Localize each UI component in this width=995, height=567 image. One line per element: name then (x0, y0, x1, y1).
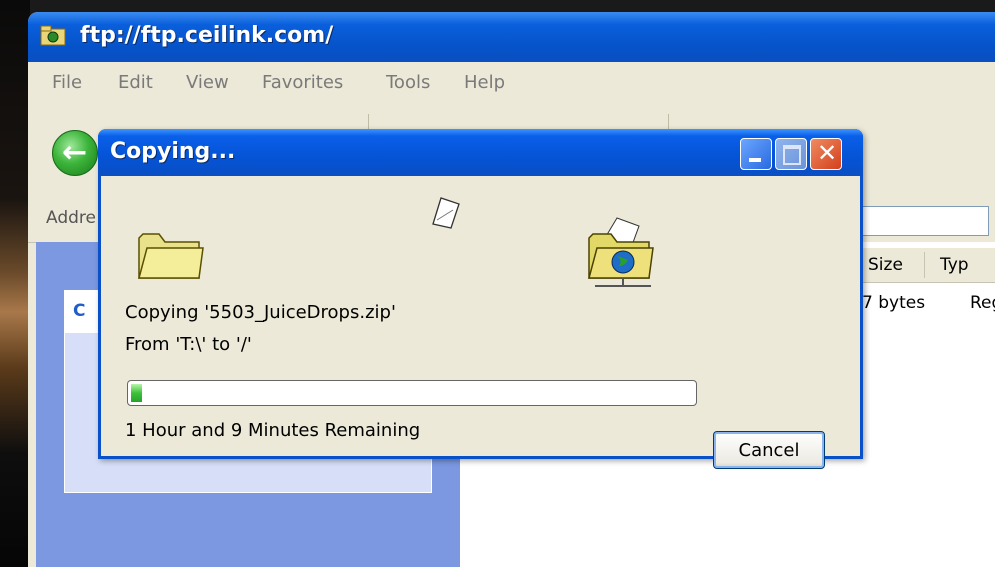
copying-from-text: From 'T:\' to '/' (125, 334, 252, 355)
menu-file[interactable]: File (52, 72, 82, 93)
menu-tools[interactable]: Tools (386, 72, 430, 93)
dialog-body: Copying '5503_JuiceDrops.zip' From 'T:\'… (101, 176, 860, 469)
menu-help[interactable]: Help (464, 72, 505, 93)
address-label: Addre (46, 208, 96, 228)
maximize-icon[interactable] (775, 138, 807, 170)
progress-bar (127, 380, 697, 406)
folder-icon (138, 233, 204, 279)
menu-bar: File Edit View Favorites Tools Help (28, 62, 995, 105)
copying-filename-text: Copying '5503_JuiceDrops.zip' (125, 302, 396, 323)
background-edge (0, 0, 30, 567)
time-remaining-text: 1 Hour and 9 Minutes Remaining (125, 420, 421, 441)
menu-view[interactable]: View (186, 72, 229, 93)
explorer-title: ftp://ftp.ceilink.com/ (80, 23, 334, 48)
menu-edit[interactable]: Edit (118, 72, 153, 93)
close-icon[interactable]: ✕ (810, 138, 842, 170)
back-arrow-icon: ← (62, 135, 88, 170)
copying-dialog: Copying... ✕ Copying '5503_JuiceDrops.zi… (98, 129, 863, 469)
file-size[interactable]: 7 bytes (862, 293, 925, 313)
column-type[interactable]: Typ (940, 255, 969, 275)
explorer-titlebar[interactable]: ftp://ftp.ceilink.com/ (28, 12, 995, 62)
minimize-icon[interactable] (740, 138, 772, 170)
column-size[interactable]: Size (868, 255, 903, 275)
ftp-folder-icon (40, 25, 66, 46)
back-button[interactable]: ← (52, 130, 98, 176)
menu-favorites[interactable]: Favorites (262, 72, 343, 93)
dialog-title: Copying... (110, 139, 236, 164)
flying-document-icon (432, 197, 460, 229)
cancel-button[interactable]: Cancel (713, 431, 825, 469)
file-type[interactable]: Regi (970, 293, 995, 313)
progress-fill (131, 384, 142, 402)
column-divider[interactable] (924, 252, 925, 278)
task-box-title: C (73, 301, 86, 321)
globe-folder-icon (588, 217, 654, 287)
dialog-titlebar[interactable]: Copying... ✕ (98, 129, 863, 176)
